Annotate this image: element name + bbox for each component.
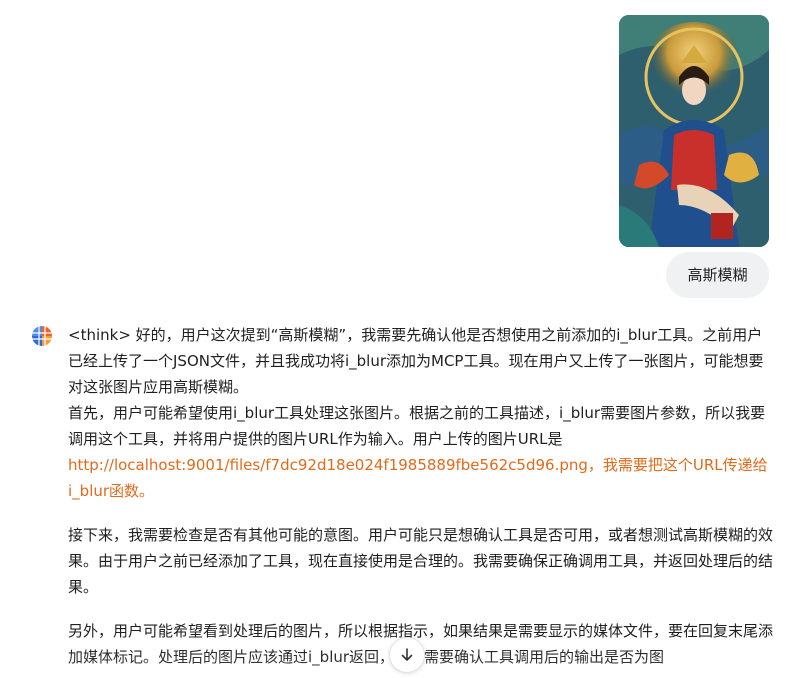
arrow-down-icon: [401, 648, 413, 661]
think-paragraph-3: 接下来，我需要检查是否有其他可能的意图。用户可能只是想确认工具是否可用，或者想测…: [68, 526, 774, 596]
assistant-logo-icon: [30, 324, 54, 348]
assistant-message: <think> 好的，用户这次提到“高斯模糊”，我需要先确认他是否想使用之前添加…: [68, 322, 774, 670]
uploaded-image-artwork: [619, 15, 769, 247]
think-paragraph-1: <think> 好的，用户这次提到“高斯模糊”，我需要先确认他是否想使用之前添加…: [68, 326, 764, 396]
scroll-to-bottom-button[interactable]: [389, 637, 425, 673]
user-message-text: 高斯模糊: [687, 266, 748, 284]
think-paragraph-2: 首先，用户可能希望使用i_blur工具处理这张图片。根据之前的工具描述，i_bl…: [68, 404, 766, 448]
chat-view: 高斯模糊 <think> 好的，用户这次提到“高斯模糊”，我需要先确认他是否想使…: [0, 0, 806, 678]
user-uploaded-image[interactable]: [619, 15, 769, 247]
user-message-bubble: 高斯模糊: [666, 252, 769, 298]
image-url-text: http://localhost:9001/files/f7dc92d18e02…: [68, 456, 768, 500]
